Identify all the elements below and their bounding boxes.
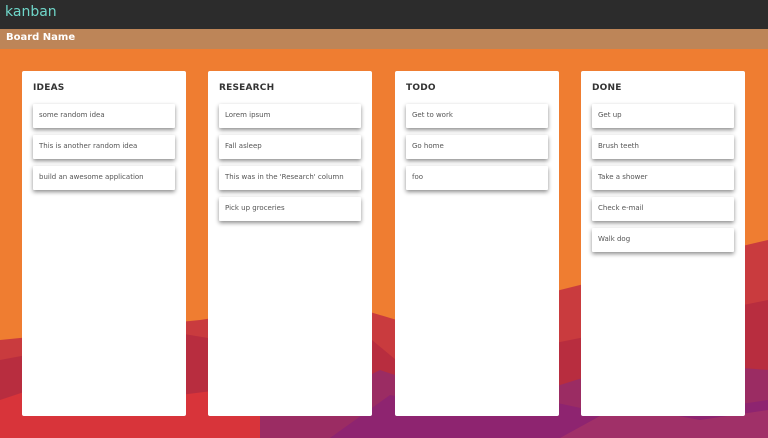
card-text: Pick up groceries <box>225 204 285 212</box>
columns-area: IDEAS some random idea This is another r… <box>0 0 768 438</box>
card-text: build an awesome application <box>39 173 144 181</box>
card-text: Fall asleep <box>225 142 262 150</box>
card-text: Brush teeth <box>598 142 639 150</box>
column-ideas: IDEAS some random idea This is another r… <box>22 71 186 416</box>
column-title: TODO <box>406 83 436 93</box>
board-name[interactable]: Board Name <box>6 32 75 43</box>
card-text: This was in the 'Research' column <box>225 173 344 181</box>
card-text: Take a shower <box>598 173 648 181</box>
card-text: Get up <box>598 111 622 119</box>
column-title: DONE <box>592 83 622 93</box>
card-text: Get to work <box>412 111 453 119</box>
app-title[interactable]: kanban <box>5 4 57 20</box>
card-text: Go home <box>412 142 444 150</box>
card[interactable]: some random idea <box>33 104 175 128</box>
column-todo: TODO Get to work Go home foo <box>395 71 559 416</box>
card-text: some random idea <box>39 111 105 119</box>
top-bar: kanban <box>0 0 768 29</box>
kanban-app: kanban Board Name IDEAS some random idea… <box>0 0 768 438</box>
card-text: foo <box>412 173 424 181</box>
card[interactable]: Get up <box>592 104 734 128</box>
card[interactable]: Lorem ipsum <box>219 104 361 128</box>
column-title: IDEAS <box>33 83 65 93</box>
card[interactable]: build an awesome application <box>33 166 175 190</box>
card-text: Check e-mail <box>598 204 644 212</box>
card-text: Lorem ipsum <box>225 111 271 119</box>
card[interactable]: Take a shower <box>592 166 734 190</box>
card[interactable]: Get to work <box>406 104 548 128</box>
card[interactable]: Walk dog <box>592 228 734 252</box>
card[interactable]: foo <box>406 166 548 190</box>
card[interactable]: Pick up groceries <box>219 197 361 221</box>
column-research: RESEARCH Lorem ipsum Fall asleep This wa… <box>208 71 372 416</box>
column-done: DONE Get up Brush teeth Take a shower Ch… <box>581 71 745 416</box>
column-title: RESEARCH <box>219 83 275 93</box>
card-text: Walk dog <box>598 235 631 243</box>
board-bar: Board Name <box>0 29 768 49</box>
card[interactable]: This is another random idea <box>33 135 175 159</box>
card[interactable]: Fall asleep <box>219 135 361 159</box>
card[interactable]: Brush teeth <box>592 135 734 159</box>
card[interactable]: This was in the 'Research' column <box>219 166 361 190</box>
card[interactable]: Check e-mail <box>592 197 734 221</box>
card[interactable]: Go home <box>406 135 548 159</box>
card-text: This is another random idea <box>39 142 138 150</box>
